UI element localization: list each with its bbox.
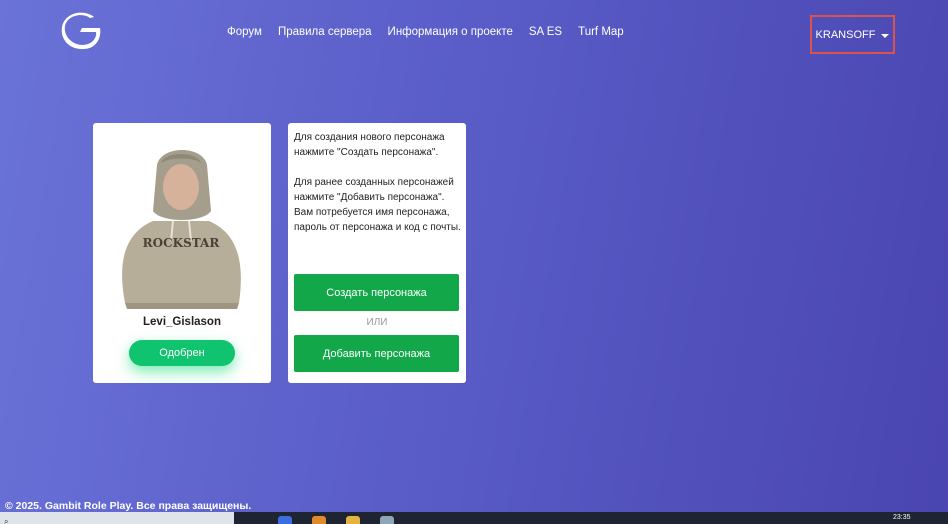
add-character-button[interactable]: Добавить персонажа (294, 335, 459, 372)
nav-link-server-rules[interactable]: Правила сервера (278, 26, 372, 38)
nav-link-project-info[interactable]: Информация о проекте (388, 26, 513, 38)
hoodie-print: ROCKSTAR (143, 236, 221, 250)
user-menu-dropdown[interactable]: KRANSOFF (810, 15, 895, 54)
os-taskbar: ⌕ 23:35 (0, 512, 948, 524)
character-name: Levi_Gislason (143, 316, 221, 328)
app-icon-2[interactable] (380, 516, 394, 524)
nav-link-forum[interactable]: Форум (227, 26, 262, 38)
nav-link-sa-es[interactable]: SA ES (529, 26, 562, 38)
site-header: Форум Правила сервера Информация о проек… (0, 0, 948, 66)
main-nav: Форум Правила сервера Информация о проек… (227, 26, 624, 38)
folder-icon[interactable] (346, 516, 360, 524)
or-separator: ИЛИ (366, 317, 388, 328)
create-character-button[interactable]: Создать персонажа (294, 274, 459, 311)
app-icon[interactable] (312, 516, 326, 524)
instructions-text: Для создания нового персонажа нажмите "С… (294, 132, 461, 233)
taskbar-clock[interactable]: 23:35 (893, 514, 911, 521)
character-actions-card: Для создания нового персонажа нажмите "С… (288, 123, 466, 383)
browser-icon[interactable] (278, 516, 292, 524)
character-portrait: ROCKSTAR (122, 150, 241, 309)
search-icon[interactable]: ⌕ (4, 517, 8, 524)
status-badge: Одобрен (129, 340, 235, 366)
character-card[interactable]: ROCKSTAR Levi_Gislason Одобрен (93, 123, 271, 383)
footer-copyright: © 2025. Gambit Role Play. Все права защи… (5, 500, 252, 512)
caret-down-icon (881, 33, 890, 38)
taskbar-app-area: 23:35 (234, 512, 948, 524)
gambit-logo-icon[interactable] (60, 12, 102, 50)
username-label: KRANSOFF (815, 28, 876, 41)
nav-link-turf-map[interactable]: Turf Map (578, 26, 624, 38)
